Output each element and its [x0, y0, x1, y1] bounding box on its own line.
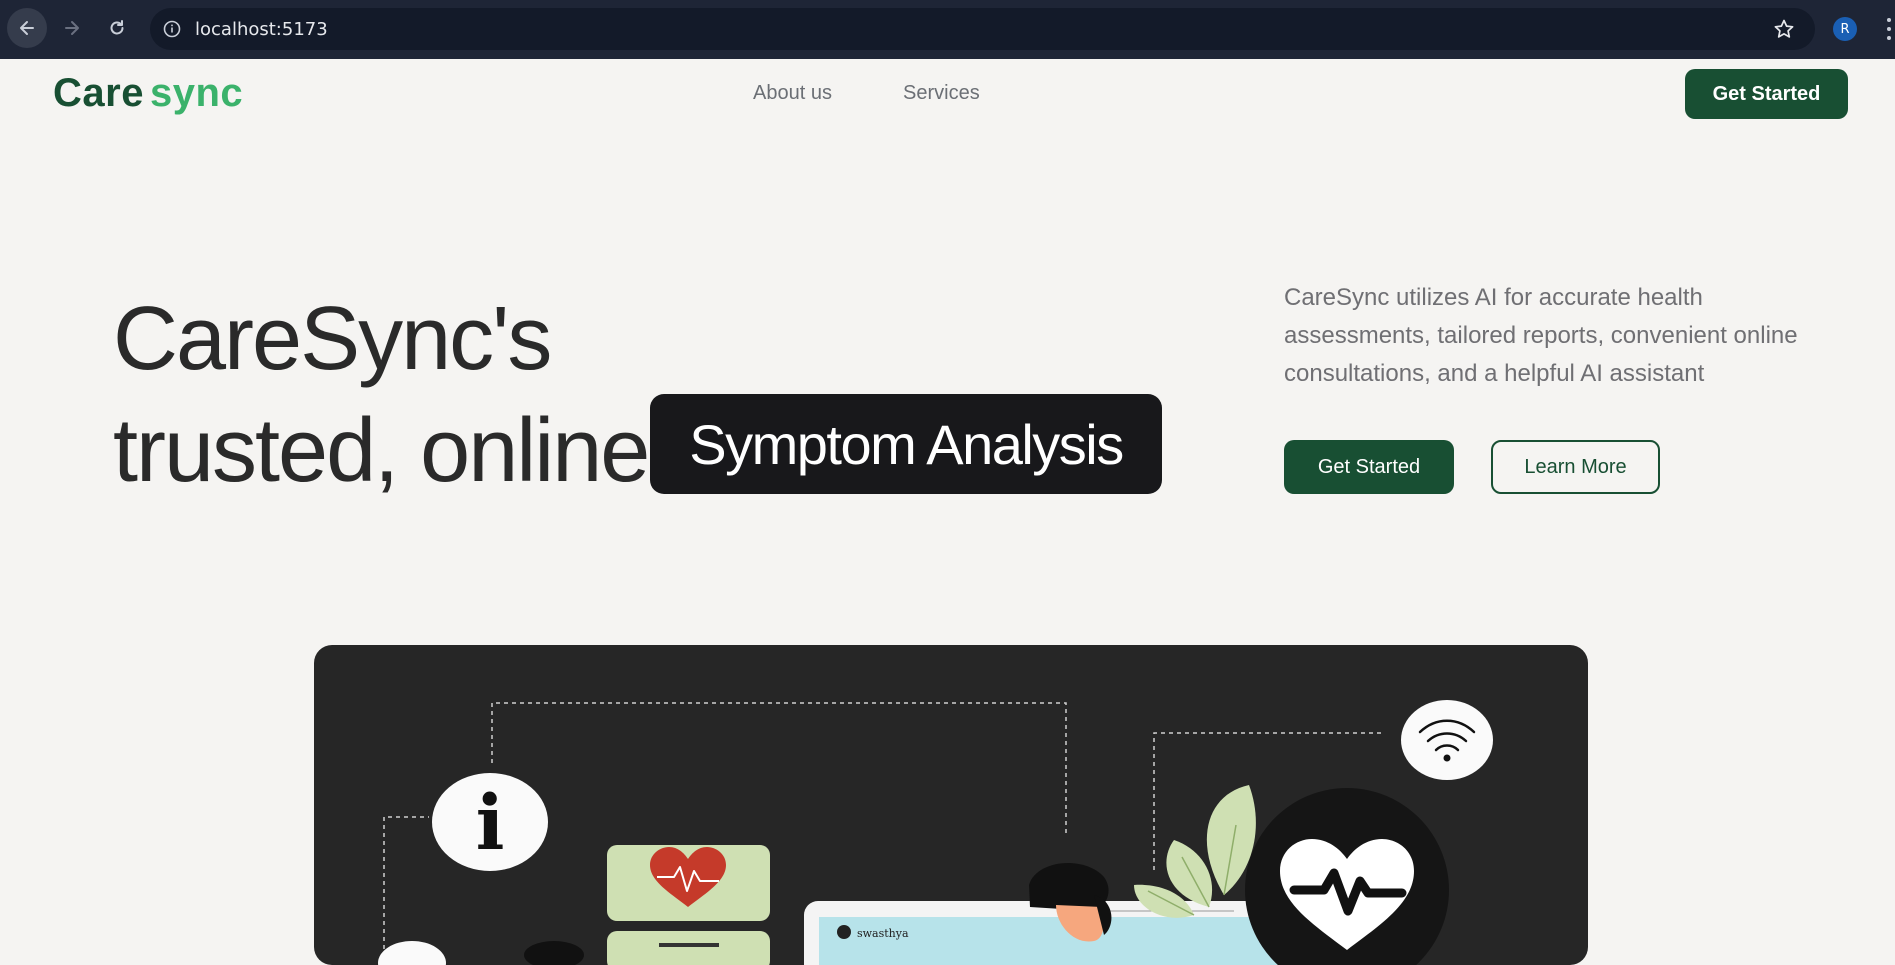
info-bubble-icon: i [432, 773, 548, 871]
reload-button[interactable] [97, 8, 137, 48]
bookmark-star-icon[interactable] [1773, 18, 1795, 40]
hero-illustration-card: i swasthya [314, 645, 1588, 965]
health-illustration: i swasthya [378, 700, 1493, 965]
nav-link-about[interactable]: About us [753, 82, 832, 105]
reload-icon [110, 20, 124, 35]
info-glyph: i [476, 778, 505, 867]
heart-pulse-icon [1245, 788, 1449, 965]
browser-toolbar: localhost:5173 R [0, 0, 1895, 59]
decor-blob [524, 941, 584, 965]
profile-avatar[interactable]: R [1833, 17, 1857, 41]
hero-highlight-pill: Symptom Analysis [650, 394, 1162, 494]
plant-leaves [1134, 785, 1256, 918]
hero-description: CareSync utilizes AI for accurate health… [1284, 284, 1798, 387]
decor-circle [378, 941, 446, 965]
hero-title-line2: trusted, online [113, 401, 650, 501]
heart-card-icon [607, 845, 770, 965]
hero-get-started-button[interactable]: Get Started [1284, 440, 1454, 494]
browser-menu-icon[interactable] [1887, 18, 1893, 40]
wifi-icon [1401, 700, 1493, 780]
site-info-icon[interactable] [162, 19, 182, 39]
back-button[interactable] [7, 8, 47, 48]
url-text[interactable]: localhost:5173 [195, 19, 328, 40]
hero-learn-more-button[interactable]: Learn More [1491, 440, 1660, 494]
logo-part-sync: sync [149, 71, 244, 115]
address-bar[interactable]: localhost:5173 [150, 8, 1815, 50]
hero-title-line1: CareSync's [113, 289, 552, 389]
screen-brand-text: swasthya [857, 927, 909, 940]
nav-get-started-button[interactable]: Get Started [1685, 69, 1848, 119]
arrow-left-icon [20, 21, 34, 35]
site-logo[interactable]: Care sync [53, 71, 243, 116]
forward-button[interactable] [52, 8, 92, 48]
logo-part-care: Care [53, 71, 144, 115]
hero-title: CareSync's trusted, online [113, 283, 650, 507]
nav-link-services[interactable]: Services [903, 82, 980, 105]
arrow-right-icon [65, 21, 79, 35]
